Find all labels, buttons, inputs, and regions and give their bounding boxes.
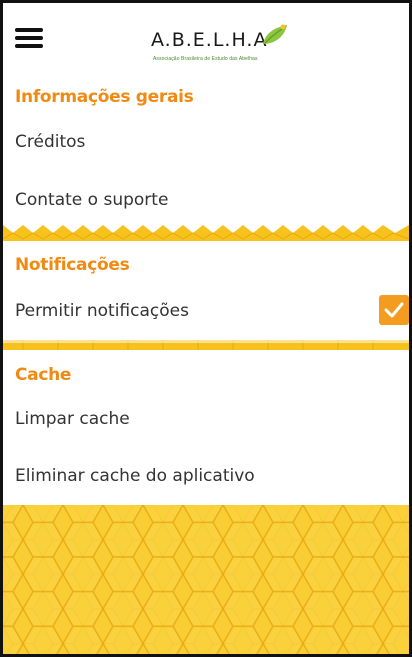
honeycomb-divider — [3, 340, 409, 350]
allow-notifications-label: Permitir notificações — [15, 301, 189, 321]
clear-cache-item[interactable]: Limpar cache — [15, 409, 130, 429]
checkmark-icon — [384, 302, 404, 318]
honeycomb-background — [3, 505, 409, 654]
app-header: A.B.E.L.H.A Associação Brasileira de Est… — [3, 3, 409, 83]
logo-text: A.B.E.L.H.A — [151, 29, 268, 51]
delete-app-cache-item[interactable]: Eliminar cache do aplicativo — [15, 466, 255, 486]
section-title-general: Informações gerais — [15, 87, 194, 107]
leaf-icon — [263, 24, 287, 44]
hamburger-menu-icon[interactable] — [15, 28, 43, 52]
section-title-notifications: Notificações — [15, 255, 130, 275]
contact-support-item[interactable]: Contate o suporte — [15, 190, 168, 210]
honeycomb-divider — [3, 225, 409, 241]
logo-subtitle: Associação Brasileira de Estudo das Abel… — [153, 56, 258, 62]
abelha-logo: A.B.E.L.H.A Associação Brasileira de Est… — [151, 21, 301, 71]
notifications-checkbox[interactable] — [379, 295, 409, 325]
credits-item[interactable]: Créditos — [15, 132, 85, 152]
section-title-cache: Cache — [15, 365, 72, 385]
app-frame: A.B.E.L.H.A Associação Brasileira de Est… — [0, 0, 412, 657]
